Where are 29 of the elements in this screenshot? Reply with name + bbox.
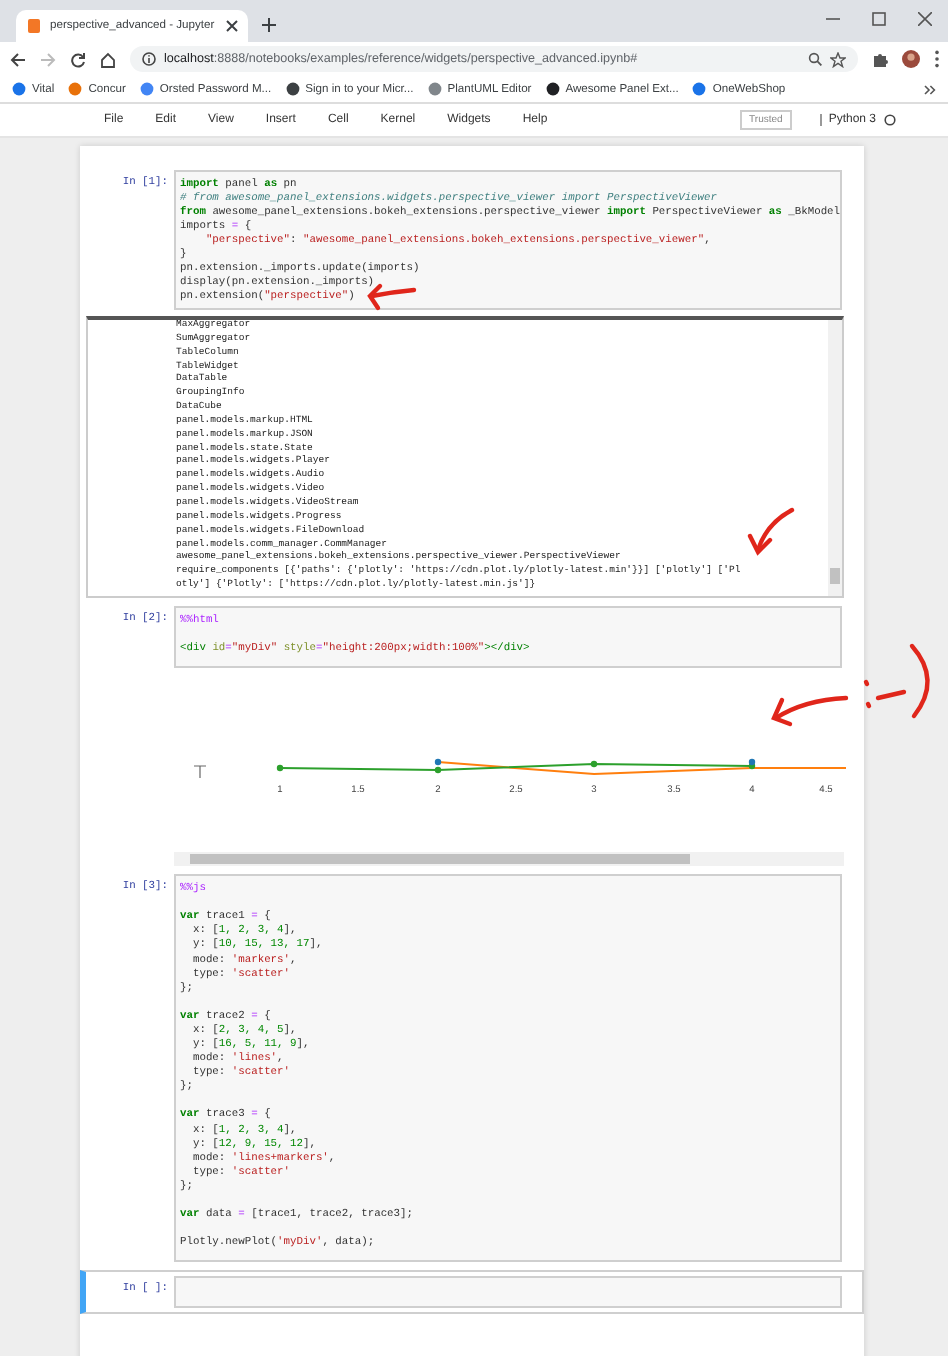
data-marker [590,761,598,768]
reload-icon[interactable] [70,51,86,67]
new-tab-icon[interactable] [262,18,276,32]
annotation-arrow [367,283,417,311]
close-icon[interactable] [918,12,932,26]
kernel-status-icon [884,114,896,126]
minimize-icon[interactable] [826,12,840,26]
horizontal-scrollbar[interactable] [174,852,844,867]
star-icon[interactable] [830,51,846,67]
home-icon[interactable] [100,51,116,67]
close-icon[interactable] [226,20,238,32]
maximize-icon[interactable] [872,12,886,26]
annotation-arrow [747,507,795,556]
smiley-drawing [863,643,930,719]
more-icon[interactable] [924,83,936,95]
scrollbar[interactable] [828,320,842,596]
scrollbar-thumb[interactable] [830,568,840,584]
code-editor[interactable] [174,170,842,310]
notebook-icon [26,18,42,34]
search-icon[interactable] [808,52,822,66]
menu-icon[interactable] [934,50,940,68]
annotation-arrow [771,695,849,727]
data-marker [276,765,284,772]
back-icon[interactable] [10,51,26,67]
scrollbar-thumb[interactable] [190,854,690,865]
avatar[interactable] [902,50,920,68]
info-icon[interactable] [142,52,156,66]
puzzle-icon[interactable] [872,51,888,67]
y-axis-tick [193,765,207,779]
